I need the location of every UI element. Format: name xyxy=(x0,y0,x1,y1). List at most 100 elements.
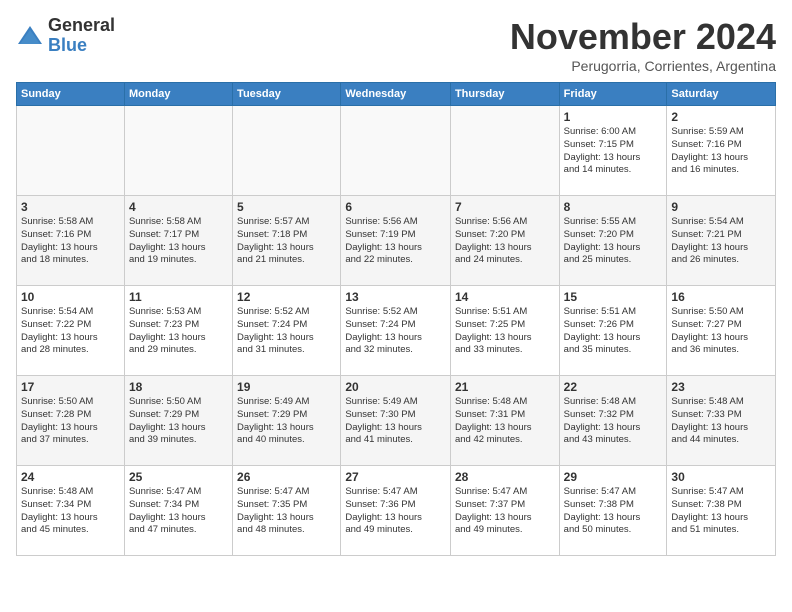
day-info: Sunrise: 5:48 AMSunset: 7:31 PMDaylight:… xyxy=(455,396,555,447)
day-number: 6 xyxy=(345,200,446,214)
cell-w5-d7: 30Sunrise: 5:47 AMSunset: 7:38 PMDayligh… xyxy=(667,466,776,556)
day-number: 25 xyxy=(129,470,228,484)
day-info: Sunrise: 5:48 AMSunset: 7:33 PMDaylight:… xyxy=(671,396,771,447)
day-number: 13 xyxy=(345,290,446,304)
cell-w5-d4: 27 Sunrise: 5:47 AMSunset: 7:36 PMDayligh… xyxy=(341,466,451,556)
day-info: Sunrise: 5:47 AMSunset: 7:34 PMDaylight:… xyxy=(129,486,228,537)
week-row-2: 3 Sunrise: 5:58 AMSunset: 7:16 PMDaylight… xyxy=(17,196,776,286)
logo-general: General xyxy=(48,16,115,36)
day-number: 16 xyxy=(671,290,771,304)
cell-w3-d4: 13 Sunrise: 5:52 AMSunset: 7:24 PMDayligh… xyxy=(341,286,451,376)
day-number: 29 xyxy=(564,470,663,484)
month-title: November 2024 xyxy=(510,16,776,58)
day-info: Sunrise: 5:47 AMSunset: 7:38 PMDaylight:… xyxy=(671,486,771,537)
cell-w4-d7: 23 Sunrise: 5:48 AMSunset: 7:33 PMDayligh… xyxy=(667,376,776,466)
day-info: Sunrise: 5:56 AMSunset: 7:20 PMDaylight:… xyxy=(455,216,555,267)
day-info: Sunrise: 5:54 AMSunset: 7:21 PMDaylight:… xyxy=(671,216,771,267)
header-friday: Friday xyxy=(559,83,667,106)
cell-w1-d4 xyxy=(341,106,451,196)
day-number: 7 xyxy=(455,200,555,214)
calendar-body: 1 Sunrise: 6:00 AMSunset: 7:15 PMDaylight… xyxy=(17,106,776,556)
day-info: Sunrise: 5:57 AMSunset: 7:18 PMDaylight:… xyxy=(237,216,336,267)
week-row-1: 1 Sunrise: 6:00 AMSunset: 7:15 PMDaylight… xyxy=(17,106,776,196)
day-number: 2 xyxy=(671,110,771,124)
day-info: Sunrise: 5:58 AMSunset: 7:16 PMDaylight:… xyxy=(21,216,120,267)
cell-w2-d7: 9 Sunrise: 5:54 AMSunset: 7:21 PMDaylight… xyxy=(667,196,776,286)
weekday-header-row: Sunday Monday Tuesday Wednesday Thursday… xyxy=(17,83,776,106)
cell-w1-d1 xyxy=(17,106,125,196)
cell-w1-d2 xyxy=(124,106,232,196)
cell-w1-d3 xyxy=(233,106,341,196)
header-thursday: Thursday xyxy=(450,83,559,106)
day-info: Sunrise: 5:53 AMSunset: 7:23 PMDaylight:… xyxy=(129,306,228,357)
logo: General Blue xyxy=(16,16,115,56)
cell-w2-d5: 7 Sunrise: 5:56 AMSunset: 7:20 PMDaylight… xyxy=(450,196,559,286)
logo-blue: Blue xyxy=(48,36,115,56)
day-info: Sunrise: 5:49 AMSunset: 7:29 PMDaylight:… xyxy=(237,396,336,447)
day-info: Sunrise: 5:56 AMSunset: 7:19 PMDaylight:… xyxy=(345,216,446,267)
day-number: 3 xyxy=(21,200,120,214)
day-info: Sunrise: 5:48 AMSunset: 7:34 PMDaylight:… xyxy=(21,486,120,537)
title-block: November 2024 Perugorria, Corrientes, Ar… xyxy=(510,16,776,74)
day-info: Sunrise: 5:55 AMSunset: 7:20 PMDaylight:… xyxy=(564,216,663,267)
day-number: 28 xyxy=(455,470,555,484)
header-sunday: Sunday xyxy=(17,83,125,106)
day-number: 1 xyxy=(564,110,663,124)
day-number: 5 xyxy=(237,200,336,214)
day-number: 26 xyxy=(237,470,336,484)
day-info: Sunrise: 6:00 AMSunset: 7:15 PMDaylight:… xyxy=(564,126,663,177)
cell-w4-d4: 20 Sunrise: 5:49 AMSunset: 7:30 PMDayligh… xyxy=(341,376,451,466)
week-row-3: 10Sunrise: 5:54 AMSunset: 7:22 PMDayligh… xyxy=(17,286,776,376)
day-number: 4 xyxy=(129,200,228,214)
day-info: Sunrise: 5:47 AMSunset: 7:38 PMDaylight:… xyxy=(564,486,663,537)
day-number: 14 xyxy=(455,290,555,304)
day-number: 21 xyxy=(455,380,555,394)
cell-w3-d7: 16 Sunrise: 5:50 AMSunset: 7:27 PMDayligh… xyxy=(667,286,776,376)
calendar-table: Sunday Monday Tuesday Wednesday Thursday… xyxy=(16,82,776,556)
day-info: Sunrise: 5:54 AMSunset: 7:22 PMDaylight:… xyxy=(21,306,120,357)
day-info: Sunrise: 5:49 AMSunset: 7:30 PMDaylight:… xyxy=(345,396,446,447)
day-number: 23 xyxy=(671,380,771,394)
day-info: Sunrise: 5:50 AMSunset: 7:29 PMDaylight:… xyxy=(129,396,228,447)
day-number: 12 xyxy=(237,290,336,304)
day-number: 15 xyxy=(564,290,663,304)
cell-w4-d2: 18 Sunrise: 5:50 AMSunset: 7:29 PMDayligh… xyxy=(124,376,232,466)
day-info: Sunrise: 5:51 AMSunset: 7:26 PMDaylight:… xyxy=(564,306,663,357)
cell-w3-d5: 14Sunrise: 5:51 AMSunset: 7:25 PMDayligh… xyxy=(450,286,559,376)
day-number: 22 xyxy=(564,380,663,394)
day-info: Sunrise: 5:52 AMSunset: 7:24 PMDaylight:… xyxy=(237,306,336,357)
cell-w2-d3: 5 Sunrise: 5:57 AMSunset: 7:18 PMDaylight… xyxy=(233,196,341,286)
day-number: 17 xyxy=(21,380,120,394)
logo-icon xyxy=(16,22,44,50)
week-row-4: 17Sunrise: 5:50 AMSunset: 7:28 PMDayligh… xyxy=(17,376,776,466)
cell-w5-d2: 25 Sunrise: 5:47 AMSunset: 7:34 PMDayligh… xyxy=(124,466,232,556)
day-info: Sunrise: 5:52 AMSunset: 7:24 PMDaylight:… xyxy=(345,306,446,357)
cell-w2-d4: 6 Sunrise: 5:56 AMSunset: 7:19 PMDaylight… xyxy=(341,196,451,286)
day-info: Sunrise: 5:58 AMSunset: 7:17 PMDaylight:… xyxy=(129,216,228,267)
day-info: Sunrise: 5:47 AMSunset: 7:36 PMDaylight:… xyxy=(345,486,446,537)
calendar-header: Sunday Monday Tuesday Wednesday Thursday… xyxy=(17,83,776,106)
header-saturday: Saturday xyxy=(667,83,776,106)
cell-w2-d6: 8 Sunrise: 5:55 AMSunset: 7:20 PMDaylight… xyxy=(559,196,667,286)
cell-w4-d3: 19Sunrise: 5:49 AMSunset: 7:29 PMDayligh… xyxy=(233,376,341,466)
cell-w2-d2: 4 Sunrise: 5:58 AMSunset: 7:17 PMDaylight… xyxy=(124,196,232,286)
cell-w1-d7: 2Sunrise: 5:59 AMSunset: 7:16 PMDaylight… xyxy=(667,106,776,196)
day-number: 9 xyxy=(671,200,771,214)
day-number: 18 xyxy=(129,380,228,394)
day-number: 24 xyxy=(21,470,120,484)
day-number: 27 xyxy=(345,470,446,484)
cell-w3-d1: 10Sunrise: 5:54 AMSunset: 7:22 PMDayligh… xyxy=(17,286,125,376)
cell-w3-d2: 11 Sunrise: 5:53 AMSunset: 7:23 PMDayligh… xyxy=(124,286,232,376)
day-number: 20 xyxy=(345,380,446,394)
cell-w4-d6: 22 Sunrise: 5:48 AMSunset: 7:32 PMDayligh… xyxy=(559,376,667,466)
header-wednesday: Wednesday xyxy=(341,83,451,106)
day-info: Sunrise: 5:48 AMSunset: 7:32 PMDaylight:… xyxy=(564,396,663,447)
day-info: Sunrise: 5:50 AMSunset: 7:27 PMDaylight:… xyxy=(671,306,771,357)
cell-w1-d5 xyxy=(450,106,559,196)
day-number: 11 xyxy=(129,290,228,304)
cell-w5-d3: 26 Sunrise: 5:47 AMSunset: 7:35 PMDayligh… xyxy=(233,466,341,556)
cell-w1-d6: 1 Sunrise: 6:00 AMSunset: 7:15 PMDaylight… xyxy=(559,106,667,196)
day-number: 8 xyxy=(564,200,663,214)
day-info: Sunrise: 5:47 AMSunset: 7:35 PMDaylight:… xyxy=(237,486,336,537)
location-subtitle: Perugorria, Corrientes, Argentina xyxy=(510,58,776,74)
